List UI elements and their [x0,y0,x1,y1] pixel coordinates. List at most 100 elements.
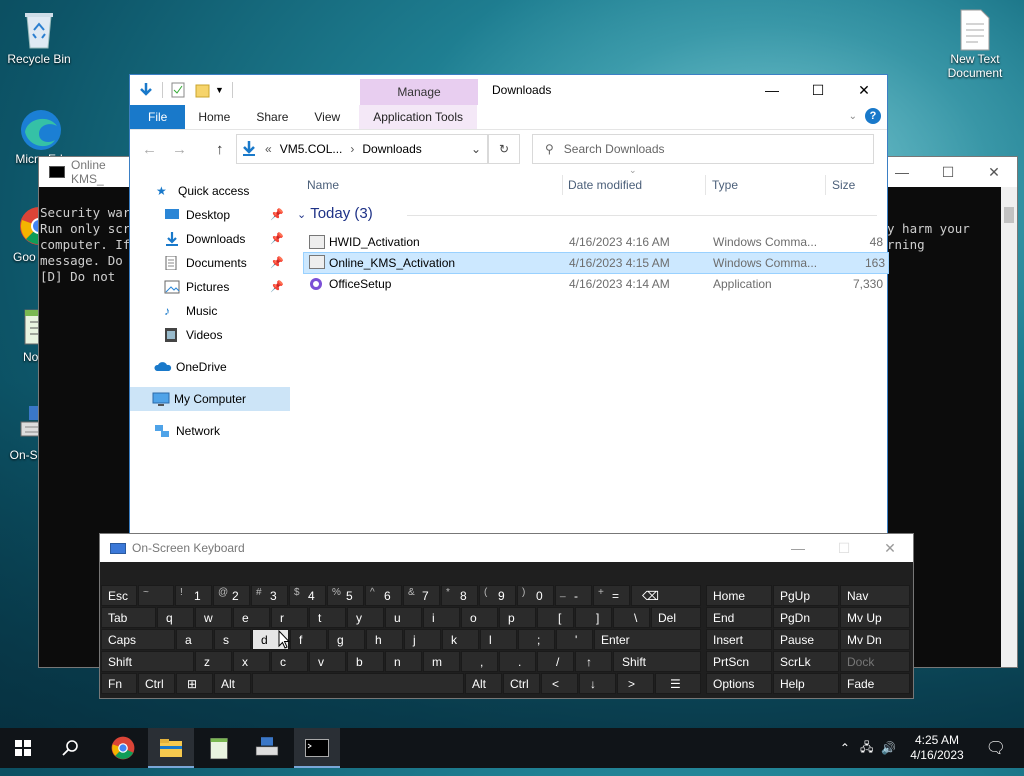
chevron-up-icon[interactable]: ⌃ [840,741,850,755]
group-header[interactable]: ⌄ Today (3) [297,205,373,222]
nav-my-computer[interactable]: My Computer [130,387,290,411]
key-m[interactable]: m [423,651,460,672]
address-bar[interactable]: « VM5.COL... › Downloads ⌄ [236,134,488,164]
tab-share[interactable]: Share [243,105,301,129]
key-0[interactable]: ) 0 [517,585,554,606]
key-options[interactable]: Options [706,673,772,694]
key-nav[interactable]: Nav [840,585,910,606]
key-7[interactable]: & 7 [403,585,440,606]
key-mv-up[interactable]: Mv Up [840,607,910,628]
taskbar-chrome[interactable] [100,728,146,768]
key-l[interactable]: l [480,629,517,650]
key-s[interactable]: s [214,629,251,650]
key-backtick[interactable]: ~ [138,585,174,606]
key-backslash[interactable]: \ [613,607,650,628]
nav-quick-access[interactable]: ★ Quick access [130,179,290,203]
key-dock[interactable]: Dock [840,651,910,672]
key-caps[interactable]: Caps [101,629,175,650]
key-menu[interactable]: ☰ [655,673,701,694]
tab-home[interactable]: Home [185,105,243,129]
key-quote[interactable]: ' [556,629,593,650]
key-q[interactable]: q [157,607,194,628]
key-end[interactable]: End [706,607,772,628]
key-windows[interactable]: ⊞ [176,673,213,694]
key-a[interactable]: a [176,629,213,650]
key-u[interactable]: u [385,607,422,628]
taskbar-on-screen-keyboard[interactable] [244,728,290,768]
maximize-icon[interactable]: ☐ [821,540,867,557]
down-arrow-icon[interactable] [138,82,154,98]
minimize-icon[interactable]: — [775,540,821,556]
key-prtscn[interactable]: PrtScn [706,651,772,672]
key-down-arrow[interactable]: ↓ [579,673,616,694]
file-explorer-window[interactable]: ▼ Manage Downloads — ☐ ✕ File Home Share… [129,74,889,536]
nav-downloads[interactable]: Downloads 📌 [130,227,290,251]
key-left-ctrl[interactable]: Ctrl [138,673,175,694]
key-up-arrow[interactable]: ↑ [575,651,612,672]
start-button[interactable] [0,728,46,768]
key-i[interactable]: i [423,607,460,628]
nav-network[interactable]: Network [130,419,290,443]
notification-icon[interactable]: 🗨 [986,738,1006,758]
nav-pictures[interactable]: Pictures 📌 [130,275,290,299]
expand-ribbon-icon[interactable]: ⌄ [849,111,857,122]
properties-icon[interactable] [171,82,187,98]
back-icon[interactable]: ← [142,141,157,158]
key-fn[interactable]: Fn [101,673,137,694]
key-right-bracket[interactable]: ] [575,607,612,628]
key-slash[interactable]: / [537,651,574,672]
key-right-shift[interactable]: Shift [613,651,701,672]
key-backspace[interactable]: ⌫ [631,585,701,606]
key-9[interactable]: (9 [479,585,516,606]
key-p[interactable]: p [499,607,536,628]
key-equals[interactable]: + = [593,585,630,606]
maximize-icon[interactable]: ☐ [795,75,841,105]
search-button[interactable] [48,728,94,768]
close-icon[interactable]: ✕ [841,75,887,105]
scrollbar-thumb[interactable] [1004,207,1014,223]
chevron-down-icon[interactable]: ⌄ [471,142,481,156]
key-z[interactable]: z [195,651,232,672]
new-folder-icon[interactable] [195,82,211,98]
key-period[interactable]: . [499,651,536,672]
recycle-bin-desktop-icon[interactable]: Recycle Bin [2,8,76,66]
forward-icon[interactable]: → [172,141,187,158]
key-r[interactable]: r [271,607,308,628]
key-scrlk[interactable]: ScrLk [773,651,839,672]
nav-desktop[interactable]: Desktop 📌 [130,203,290,227]
key-minus[interactable]: _ - [555,585,592,606]
tab-view[interactable]: View [301,105,353,129]
breadcrumb-item[interactable]: Downloads [362,142,421,156]
key-2[interactable]: @2 [213,585,250,606]
key-pause[interactable]: Pause [773,629,839,650]
column-header-size[interactable]: Size [832,171,855,199]
minimize-icon[interactable]: — [749,75,795,105]
key-mv-dn[interactable]: Mv Dn [840,629,910,650]
key-y[interactable]: y [347,607,384,628]
taskbar-file-explorer[interactable] [148,728,194,768]
key-left-bracket[interactable]: [ [537,607,574,628]
key-n[interactable]: n [385,651,422,672]
key-left-alt[interactable]: Alt [214,673,251,694]
key-g[interactable]: g [328,629,365,650]
key-x[interactable]: x [233,651,270,672]
on-screen-keyboard-window[interactable]: On-Screen Keyboard — ☐ ✕ Esc ~ ! 1 @2 #3 … [99,533,914,699]
key-home[interactable]: Home [706,585,772,606]
tab-application-tools[interactable]: Application Tools [359,105,478,129]
up-icon[interactable]: ↑ [216,141,224,158]
key-6[interactable]: ^ 6 [365,585,402,606]
file-row[interactable]: HWID_Activation 4/16/2023 4:16 AM Window… [303,232,887,252]
key-semicolon[interactable]: ; [518,629,555,650]
nav-documents[interactable]: Documents 📌 [130,251,290,275]
file-row[interactable]: OfficeSetup 4/16/2023 4:14 AM Applicatio… [303,274,887,294]
key-v[interactable]: v [309,651,346,672]
key-o[interactable]: o [461,607,498,628]
key-tab[interactable]: Tab [101,607,156,628]
tab-file[interactable]: File [130,105,186,129]
new-text-document-desktop-icon[interactable]: New Text Document [938,8,1012,80]
refresh-button[interactable]: ↻ [488,134,520,164]
key-right-alt[interactable]: Alt [465,673,502,694]
key-right-ctrl[interactable]: Ctrl [503,673,540,694]
taskbar-notepad[interactable] [196,728,242,768]
key-right-arrow[interactable]: > [617,673,654,694]
